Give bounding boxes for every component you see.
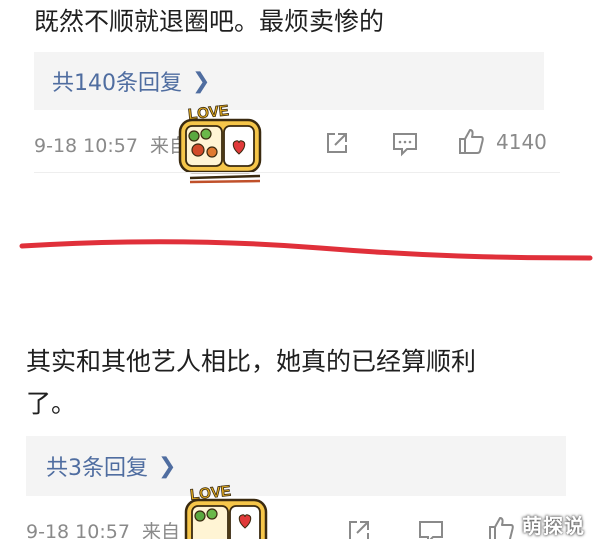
watermark-logo: 萌探说 bbox=[522, 514, 585, 538]
chevron-right-icon: ❯ bbox=[192, 68, 211, 94]
comment-icon[interactable] bbox=[390, 128, 420, 158]
lunchbox-sticker: LOVE bbox=[184, 482, 268, 539]
comment-1-text: 既然不顺就退圈吧。最烦卖惨的 bbox=[34, 7, 385, 36]
comment-2-text-line1: 其实和其他艺人相比，她真的已经算顺利 bbox=[26, 347, 477, 376]
comment-1-timestamp: 9-18 10:57 bbox=[34, 135, 138, 157]
share-icon[interactable] bbox=[322, 128, 352, 158]
comment-icon[interactable] bbox=[416, 516, 446, 539]
replies-label: 共3条回复 bbox=[46, 456, 148, 481]
comment-feed-screenshot: 既然不顺就退圈吧。最烦卖惨的 共140条回复 ❯ 9-18 10:57 来自 4… bbox=[0, 0, 594, 539]
comment-1-like-count: 4140 bbox=[496, 130, 547, 154]
comment-2-timestamp: 9-18 10:57 bbox=[26, 521, 130, 539]
chevron-right-icon: ❯ bbox=[158, 453, 177, 479]
comment-1-meta: 9-18 10:57 来自 bbox=[34, 131, 188, 158]
like-icon[interactable] bbox=[456, 126, 486, 156]
like-icon[interactable] bbox=[486, 514, 516, 539]
comment-2-text-line2: 了。 bbox=[26, 389, 77, 418]
replies-label: 共140条回复 bbox=[52, 71, 182, 96]
comment-2-meta: 9-18 10:57 来自 bbox=[26, 517, 180, 539]
comment-2-source: 来自 bbox=[141, 521, 180, 539]
red-divider-line bbox=[19, 239, 593, 261]
comment-2-replies-link[interactable]: 共3条回复 ❯ bbox=[26, 436, 566, 496]
comment-1-replies-link[interactable]: 共140条回复 ❯ bbox=[34, 52, 544, 110]
share-icon[interactable] bbox=[344, 516, 374, 539]
comment-separator bbox=[34, 172, 560, 173]
